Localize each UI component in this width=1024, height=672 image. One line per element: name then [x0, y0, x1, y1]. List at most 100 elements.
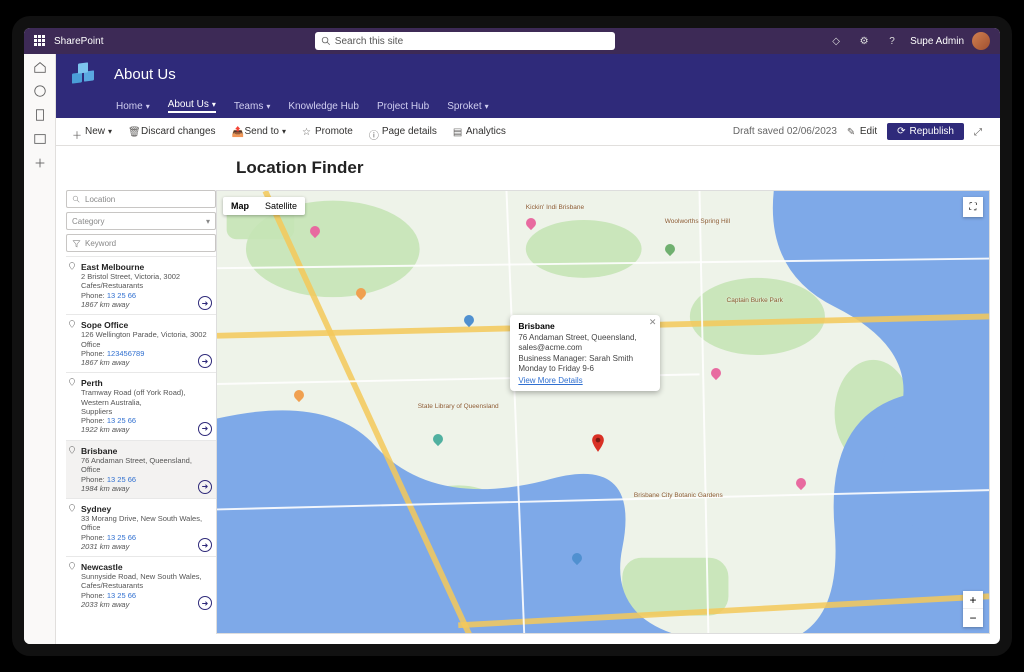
location-address: 76 Andaman Street, Queensland, [81, 456, 212, 465]
search-icon [72, 195, 81, 204]
location-address: Tramway Road (off York Road), Western Au… [81, 388, 212, 407]
fullscreen-button[interactable]: ⛶ [963, 197, 983, 217]
discard-button[interactable]: 🗑Discard changes [122, 126, 221, 137]
map-type-control[interactable]: Map Satellite [223, 197, 305, 215]
location-distance: 1867 km away [81, 358, 212, 367]
command-bar: ＋New▾ 🗑Discard changes 📤Send to▾ ☆Promot… [56, 118, 1000, 146]
location-name: Sope Office [81, 320, 212, 330]
close-icon[interactable]: ✕ [649, 317, 657, 328]
location-item[interactable]: Sydney 33 Morang Drive, New South Wales,… [66, 498, 216, 556]
location-filter[interactable]: Location [66, 190, 216, 208]
location-distance: 2033 km away [81, 600, 212, 609]
pin-icon [68, 320, 76, 328]
app-name: SharePoint [54, 36, 103, 47]
user-name: Supe Admin [910, 36, 964, 47]
location-category: Office [81, 340, 212, 349]
site-header: About Us [56, 54, 1000, 94]
promote-button[interactable]: ☆Promote [296, 126, 359, 137]
location-phone: Phone: 13 25 66 [81, 416, 212, 425]
info-window: ✕ Brisbane 76 Andaman Street, Queensland… [510, 315, 660, 392]
location-name: East Melbourne [81, 262, 212, 272]
nav-item-knowledge-hub[interactable]: Knowledge Hub [288, 101, 359, 112]
avatar[interactable] [972, 32, 990, 50]
site-logo[interactable] [70, 61, 96, 87]
search-box[interactable]: Search this site [315, 32, 615, 50]
rail-globe-icon[interactable] [33, 84, 47, 98]
site-title: About Us [114, 66, 176, 83]
info-line: 76 Andaman Street, Queensland, [518, 333, 652, 343]
nav-item-about-us[interactable]: About Us▾ [168, 99, 216, 113]
location-item[interactable]: East Melbourne 2 Bristol Street, Victori… [66, 256, 216, 314]
map-mode-map[interactable]: Map [223, 197, 257, 215]
republish-button[interactable]: ⟳Republish [887, 123, 964, 140]
location-address: 33 Morang Drive, New South Wales, [81, 514, 212, 523]
nav-item-home[interactable]: Home▾ [116, 101, 150, 112]
location-phone: Phone: 13 25 66 [81, 533, 212, 542]
location-name: Brisbane [81, 446, 212, 456]
location-item[interactable]: Newcastle Sunnyside Road, New South Wale… [66, 556, 216, 614]
pin-icon [68, 378, 76, 386]
analytics-button[interactable]: ▤Analytics [447, 126, 512, 137]
location-item[interactable]: Perth Tramway Road (off York Road), West… [66, 372, 216, 440]
location-panel: Location Category ▾ Keyword East Melbour… [66, 190, 216, 634]
keyword-filter[interactable]: Keyword [66, 234, 216, 252]
map-marker[interactable] [591, 434, 605, 448]
location-list: East Melbourne 2 Bristol Street, Victori… [66, 256, 216, 634]
location-category: Cafes/Restuarants [81, 581, 212, 590]
map-mode-satellite[interactable]: Satellite [257, 197, 305, 215]
expand-button[interactable]: ⤢ [968, 127, 990, 137]
info-line: Business Manager: Sarah Smith [518, 354, 652, 364]
page-details-button[interactable]: ⓘPage details [363, 126, 443, 137]
location-category: Office [81, 465, 212, 474]
nav-item-teams[interactable]: Teams▾ [234, 101, 270, 112]
new-button[interactable]: ＋New▾ [66, 126, 118, 137]
rail-news-icon[interactable] [33, 132, 47, 146]
location-item[interactable]: Sope Office 126 Wellington Parade, Victo… [66, 314, 216, 372]
app-launcher-icon[interactable] [34, 35, 46, 47]
nav-item-project-hub[interactable]: Project Hub [377, 101, 429, 112]
location-distance: 1867 km away [81, 300, 212, 309]
location-name: Perth [81, 378, 212, 388]
pin-icon [68, 504, 76, 512]
zoom-in-button[interactable]: + [963, 591, 983, 609]
page-title: Location Finder [56, 146, 1000, 190]
rail-plus-icon[interactable] [33, 156, 47, 170]
location-category: Cafes/Restuarants [81, 281, 212, 290]
send-to-button[interactable]: 📤Send to▾ [226, 126, 293, 137]
location-phone: Phone: 13 25 66 [81, 291, 212, 300]
chevron-down-icon: ▾ [206, 217, 210, 226]
directions-button[interactable]: ➜ [198, 538, 212, 552]
view-details-link[interactable]: View More Details [518, 376, 582, 385]
category-filter[interactable]: Category ▾ [66, 212, 216, 230]
location-distance: 1984 km away [81, 484, 212, 493]
settings-icon[interactable]: ⚙ [854, 31, 874, 51]
search-placeholder: Search this site [335, 36, 403, 47]
location-name: Newcastle [81, 562, 212, 572]
pin-icon [68, 562, 76, 570]
info-line: sales@acme.com [518, 343, 652, 353]
help-icon[interactable]: ? [882, 31, 902, 51]
zoom-out-button[interactable]: − [963, 609, 983, 627]
location-category: Suppliers [81, 407, 212, 416]
search-icon [321, 36, 331, 46]
map[interactable]: Kickin' Indi Brisbane Woolworths Spring … [216, 190, 990, 634]
filter-icon [72, 239, 81, 248]
location-phone: Phone: 123456789 [81, 349, 212, 358]
draft-status: Draft saved 02/06/2023 [733, 126, 837, 137]
directions-button[interactable]: ➜ [198, 480, 212, 494]
location-address: Sunnyside Road, New South Wales, [81, 572, 212, 581]
pin-icon [68, 262, 76, 270]
rail-home-icon[interactable] [33, 60, 47, 74]
location-category: Office [81, 523, 212, 532]
left-rail [24, 54, 56, 644]
megaphone-icon[interactable]: ◇ [826, 31, 846, 51]
info-title: Brisbane [518, 321, 652, 331]
location-address: 126 Wellington Parade, Victoria, 3002 [81, 330, 212, 339]
directions-button[interactable]: ➜ [198, 422, 212, 436]
rail-doc-icon[interactable] [33, 108, 47, 122]
info-line: Monday to Friday 9-6 [518, 364, 652, 374]
nav-item-sproket[interactable]: Sproket▾ [447, 101, 488, 112]
site-nav: Home▾ About Us▾ Teams▾ Knowledge Hub Project… [56, 94, 1000, 118]
location-item[interactable]: Brisbane 76 Andaman Street, Queensland, … [66, 440, 216, 498]
edit-button[interactable]: ✎Edit [841, 126, 883, 137]
